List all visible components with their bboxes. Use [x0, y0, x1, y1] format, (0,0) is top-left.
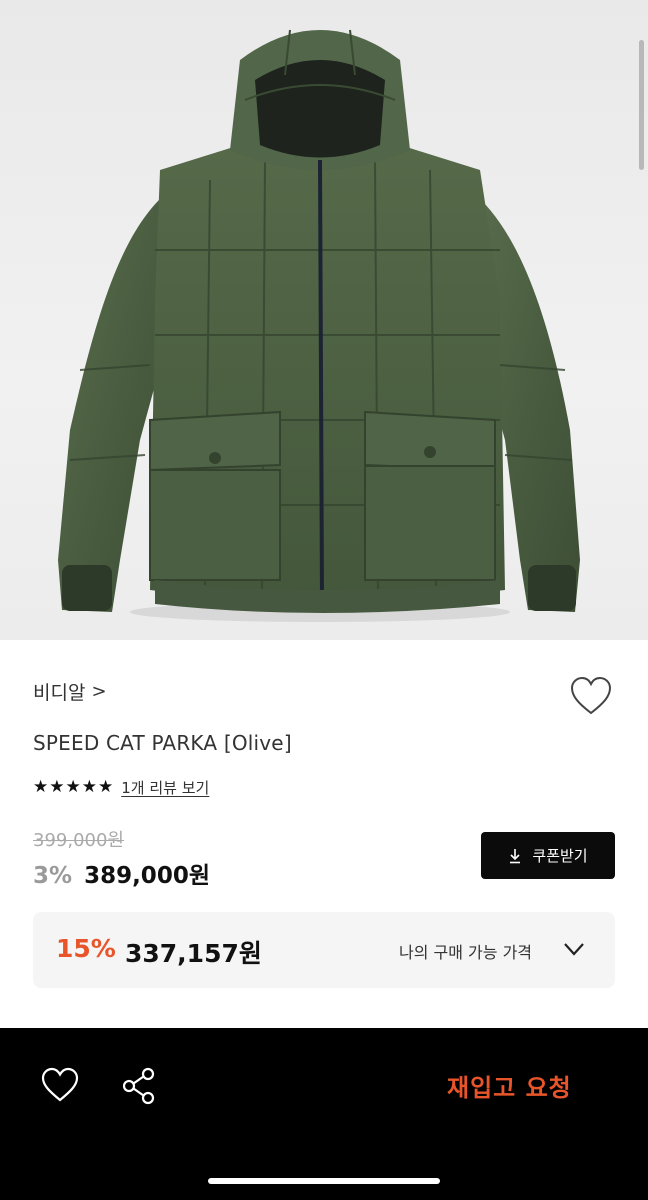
- parka-illustration: [58, 29, 580, 622]
- coupon-button[interactable]: 쿠폰받기: [481, 832, 615, 879]
- wishlist-button[interactable]: [568, 674, 614, 718]
- sale-price: 389,000원: [84, 863, 210, 889]
- heart-icon: [41, 1067, 79, 1102]
- brand-link[interactable]: 비디알 >: [33, 678, 107, 705]
- original-price: 399,000원: [33, 830, 124, 851]
- my-price: 337,157원: [125, 939, 262, 968]
- product-title: SPEED CAT PARKA [Olive]: [33, 731, 292, 755]
- share-icon: [122, 1067, 155, 1105]
- download-icon: [510, 848, 521, 863]
- star-rating: ★ ★ ★ ★ ★: [33, 779, 113, 796]
- my-price-box[interactable]: 15% 337,157원 나의 구매 가능 가격: [33, 912, 615, 988]
- scrollbar[interactable]: [639, 40, 644, 170]
- product-image: [0, 0, 648, 640]
- wishlist-bottom-button[interactable]: [40, 1066, 80, 1104]
- rating-row: ★ ★ ★ ★ ★ 1개 리뷰 보기: [33, 777, 209, 798]
- restock-request-button[interactable]: 재입고 요청: [447, 1068, 572, 1103]
- chevron-down-icon[interactable]: [561, 936, 587, 962]
- discount-rate: 3%: [33, 863, 73, 889]
- brand-name: 비디알: [33, 682, 86, 704]
- my-discount-rate: 15%: [56, 934, 116, 963]
- review-link[interactable]: 1개 리뷰 보기: [121, 777, 209, 798]
- share-button[interactable]: [120, 1066, 158, 1106]
- heart-icon: [570, 676, 612, 715]
- coupon-button-label: 쿠폰받기: [532, 847, 588, 865]
- home-indicator[interactable]: [208, 1178, 440, 1184]
- chevron-right-icon: >: [91, 681, 107, 702]
- star-icon: ★: [49, 777, 65, 797]
- star-icon: ★: [33, 777, 49, 797]
- price-row: 3% 389,000원: [33, 856, 210, 890]
- star-icon: ★: [65, 777, 81, 797]
- my-price-label: 나의 구매 가능 가격: [399, 943, 533, 962]
- bottom-action-bar: [0, 1028, 648, 1200]
- star-icon: ★: [81, 777, 97, 797]
- star-icon: ★: [98, 777, 114, 797]
